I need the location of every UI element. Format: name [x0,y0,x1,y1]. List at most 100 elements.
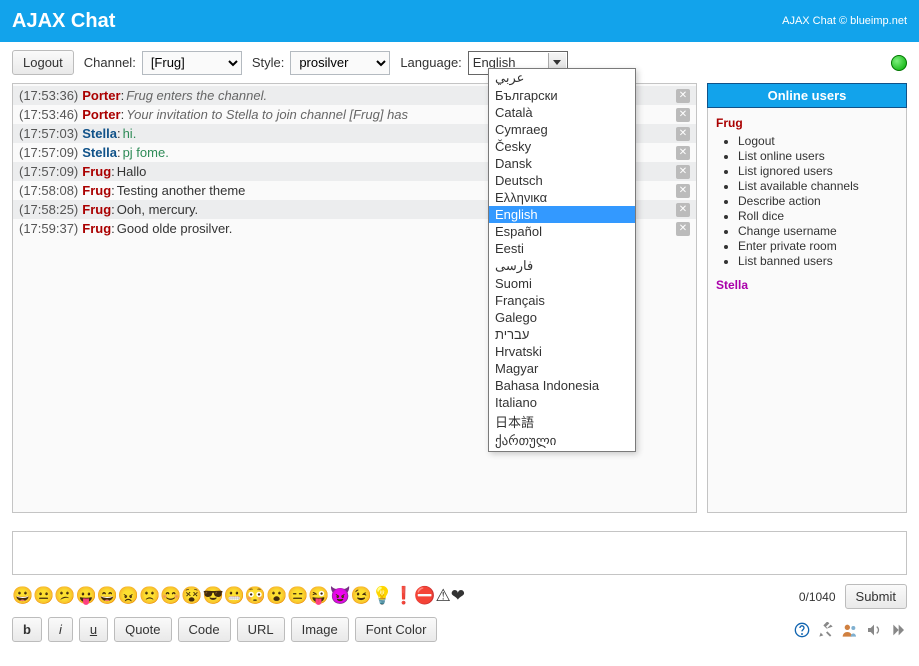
delete-message-icon[interactable]: ✕ [676,203,690,217]
language-option[interactable]: Français [489,292,635,309]
language-option[interactable]: Galego [489,309,635,326]
language-option[interactable]: Cymraeg [489,121,635,138]
delete-message-icon[interactable]: ✕ [676,222,690,236]
emoji-icon[interactable]: ❗ [393,586,414,605]
message-input[interactable] [12,531,907,575]
emoji-icon[interactable]: 😮 [266,586,287,605]
user-menu-item[interactable]: Logout [738,134,898,148]
message-user[interactable]: Porter [82,88,120,103]
emoji-icon[interactable]: 😊 [160,586,181,605]
copyright-link[interactable]: AJAX Chat © blueimp.net [782,15,907,27]
user-menu-item[interactable]: Describe action [738,194,898,208]
channel-select[interactable]: [Frug] [142,51,242,75]
status-indicator-icon [891,55,907,71]
autoscroll-icon[interactable] [889,621,907,639]
sound-icon[interactable] [865,621,883,639]
image-button[interactable]: Image [291,617,349,642]
language-option[interactable]: Bahasa Indonesia [489,377,635,394]
language-option[interactable]: Dansk [489,155,635,172]
message-user[interactable]: Frug [82,221,111,236]
language-option[interactable]: עברית [489,326,635,343]
delete-message-icon[interactable]: ✕ [676,89,690,103]
message-time: (17:53:36) [19,88,78,103]
emoji-icon[interactable]: ❤ [451,586,465,605]
emoji-icon[interactable]: 😛 [76,586,97,605]
user-menu-item[interactable]: Change username [738,224,898,238]
message-user[interactable]: Frug [82,183,111,198]
logout-button[interactable]: Logout [12,50,74,75]
language-option[interactable]: عربي [489,69,635,87]
delete-message-icon[interactable]: ✕ [676,184,690,198]
user-menu-item[interactable]: List ignored users [738,164,898,178]
online-users-header: Online users [707,83,907,108]
message-text: pj fome. [123,145,169,160]
delete-message-icon[interactable]: ✕ [676,108,690,122]
emoji-icon[interactable]: 💡 [372,586,393,605]
emoji-icon[interactable]: 😳 [245,586,266,605]
user-menu-item[interactable]: Roll dice [738,209,898,223]
emoji-icon[interactable]: 😉 [351,586,372,605]
user-menu-item[interactable]: Enter private room [738,239,898,253]
code-button[interactable]: Code [178,617,231,642]
emoji-icon[interactable]: 😈 [330,586,351,605]
emoji-icon[interactable]: 😕 [54,586,75,605]
message-time: (17:59:37) [19,221,78,236]
message-user[interactable]: Porter [82,107,120,122]
language-option[interactable]: ქართული [489,432,635,450]
language-option[interactable]: Italiano [489,394,635,411]
style-select[interactable]: prosilver [290,51,390,75]
language-option[interactable]: Deutsch [489,172,635,189]
language-option[interactable]: Български [489,87,635,104]
language-option[interactable]: Česky [489,138,635,155]
language-option[interactable]: Suomi [489,275,635,292]
message-user[interactable]: Frug [82,164,111,179]
message-user[interactable]: Frug [82,202,111,217]
emoji-icon[interactable]: 😄 [97,586,118,605]
online-user[interactable]: Frug [716,116,898,130]
message-time: (17:58:25) [19,202,78,217]
language-option[interactable]: 日本語 [489,411,635,432]
quote-button[interactable]: Quote [114,617,171,642]
submit-button[interactable]: Submit [845,584,907,609]
delete-message-icon[interactable]: ✕ [676,146,690,160]
language-option[interactable]: Español [489,223,635,240]
emoji-icon[interactable]: 😜 [308,586,329,605]
language-dropdown[interactable]: عربيБългарскиCatalàCymraegČeskyDanskDeut… [488,68,636,452]
language-option[interactable]: Eesti [489,240,635,257]
language-option[interactable]: 한 글 [489,450,635,451]
language-option[interactable]: Ελληνικα [489,189,635,206]
fontcolor-button[interactable]: Font Color [355,617,438,642]
emoji-icon[interactable]: 🙁 [139,586,160,605]
emoji-icon[interactable]: ⛔ [414,586,435,605]
language-option[interactable]: Català [489,104,635,121]
delete-message-icon[interactable]: ✕ [676,127,690,141]
online-user[interactable]: Stella [716,278,898,292]
underline-button[interactable]: u [79,617,108,642]
emoji-icon[interactable]: 😑 [287,586,308,605]
toolbar: Logout Channel: [Frug] Style: prosilver … [0,42,919,83]
user-menu-item[interactable]: List banned users [738,254,898,268]
message-user[interactable]: Stella [82,145,117,160]
settings-icon[interactable] [817,621,835,639]
help-icon[interactable] [793,621,811,639]
emoji-icon[interactable]: 😎 [203,586,224,605]
message-user[interactable]: Stella [82,126,117,141]
user-menu-item[interactable]: List online users [738,149,898,163]
emoji-icon[interactable]: 😬 [224,586,245,605]
emoji-icon[interactable]: ⚠ [435,586,450,605]
emoji-icon[interactable]: 😀 [12,586,33,605]
emoji-icon[interactable]: 😵 [181,586,202,605]
language-option[interactable]: Magyar [489,360,635,377]
users-icon[interactable] [841,621,859,639]
url-button[interactable]: URL [237,617,285,642]
language-label: Language: [400,55,461,70]
language-option[interactable]: Hrvatski [489,343,635,360]
emoji-icon[interactable]: 😐 [33,586,54,605]
bold-button[interactable]: b [12,617,42,642]
italic-button[interactable]: i [48,617,73,642]
language-option[interactable]: English [489,206,635,223]
delete-message-icon[interactable]: ✕ [676,165,690,179]
user-menu-item[interactable]: List available channels [738,179,898,193]
emoji-icon[interactable]: 😠 [118,586,139,605]
language-option[interactable]: فارسی [489,257,635,275]
